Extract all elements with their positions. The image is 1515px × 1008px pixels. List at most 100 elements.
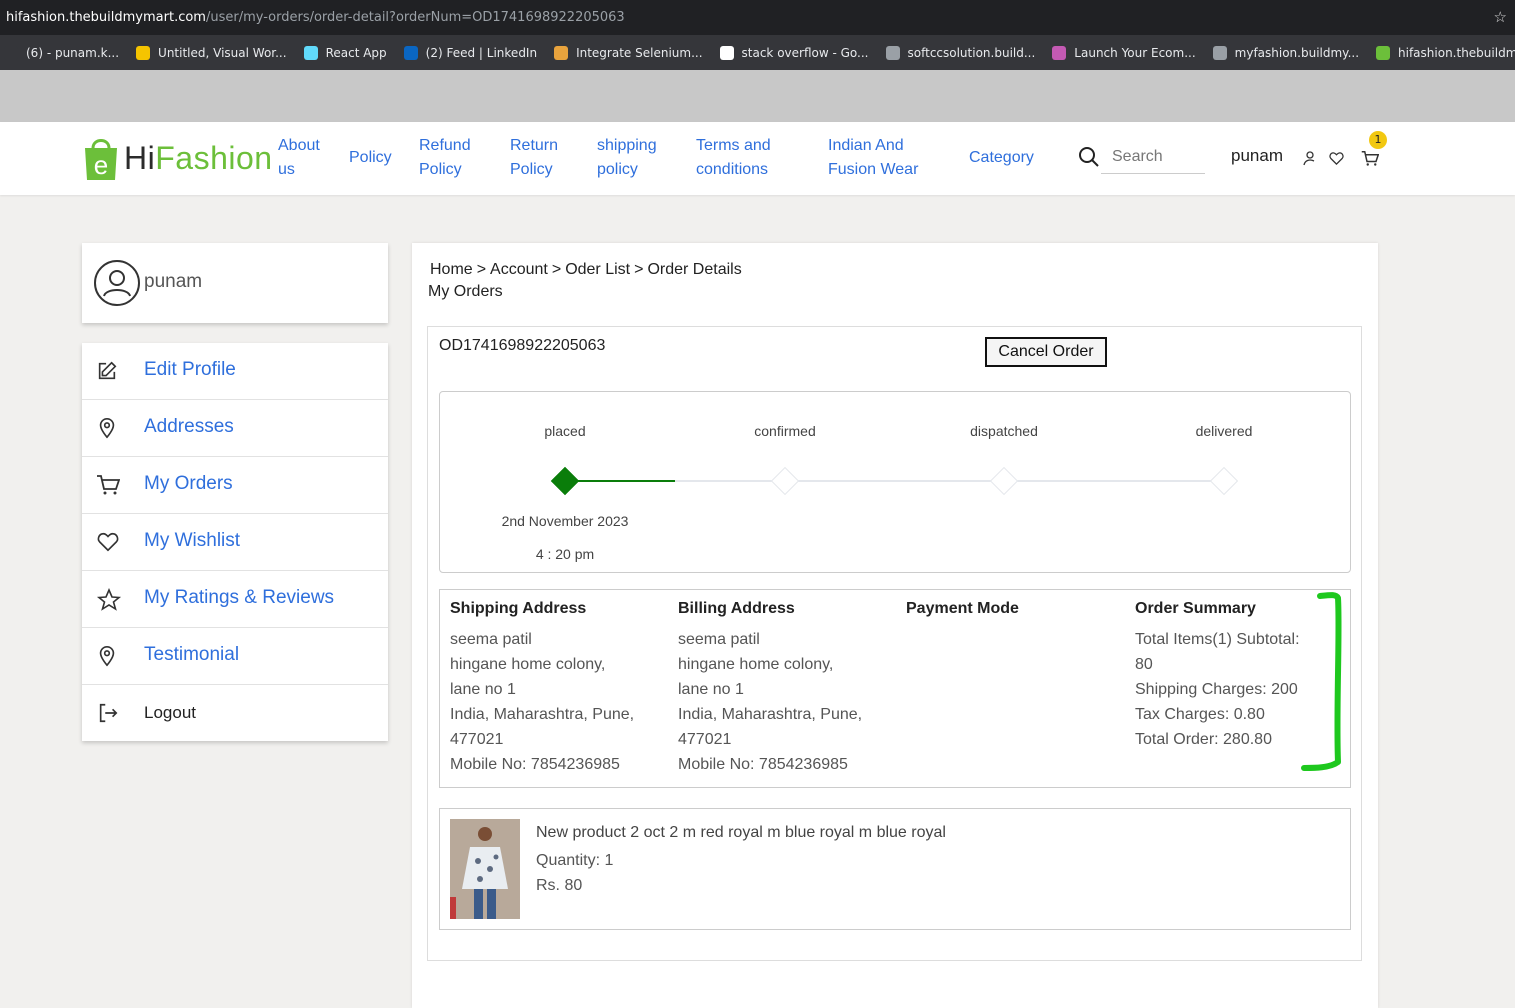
breadcrumb-home[interactable]: Home <box>430 261 473 278</box>
breadcrumb-sep: > <box>476 261 487 278</box>
product-title[interactable]: New product 2 oct 2 m red royal m blue r… <box>536 824 946 842</box>
breadcrumb: Home > Account > Oder List > Order Details <box>428 261 744 279</box>
bookmark-label: Untitled, Visual Wor... <box>158 45 287 60</box>
product-price: Rs. 80 <box>536 877 583 894</box>
cancel-order-button[interactable]: Cancel Order <box>985 337 1107 367</box>
bookmark-item[interactable]: hifashion.thebuildm... <box>1376 45 1515 60</box>
bookmark-item[interactable]: (6) - punam.k... <box>4 45 120 60</box>
bookmark-item[interactable]: Launch Your Ecom... <box>1052 45 1196 60</box>
product-quantity: Quantity: 1 <box>536 852 614 869</box>
bookmark-item[interactable]: myfashion.buildmy... <box>1212 45 1360 60</box>
hifashion-logo[interactable]: e HiFashion <box>82 134 273 182</box>
bookmark-item[interactable]: stack overflow - Go... <box>719 45 869 60</box>
sidebar-item-testimonial[interactable]: Testimonial <box>82 628 388 685</box>
bookmark-favicon-icon <box>719 45 734 60</box>
bookmark-favicon-icon <box>1376 45 1391 60</box>
shipping-line: hingane home colony, <box>450 656 606 673</box>
bookmark-item[interactable]: (2) Feed | LinkedIn <box>403 45 538 60</box>
nav-refund-line2: Policy <box>419 161 462 178</box>
bookmark-favicon-icon <box>1052 45 1067 60</box>
sidebar-item-label: Testimonial <box>144 644 240 665</box>
bookmark-label: myfashion.buildmy... <box>1234 45 1360 60</box>
sidebar-item-my-wishlist[interactable]: My Wishlist <box>82 514 388 571</box>
user-icon[interactable] <box>1302 150 1316 166</box>
breadcrumb-account[interactable]: Account <box>490 261 548 278</box>
bookmark-label: softccsolution.build... <box>907 45 1036 60</box>
nav-refund-policy[interactable]: Refund Policy <box>419 134 471 182</box>
nav-category-label: Category <box>969 149 1034 166</box>
nav-about-line1: About <box>278 137 320 154</box>
sidebar-item-ratings-reviews[interactable]: My Ratings & Reviews <box>82 571 388 628</box>
breadcrumb-order-list[interactable]: Oder List <box>565 261 630 278</box>
nav-return-line1: Return <box>510 137 559 154</box>
cart-icon[interactable] <box>1361 150 1379 167</box>
billing-line: lane no 1 <box>678 681 744 698</box>
sidebar-item-logout[interactable]: Logout <box>82 685 388 742</box>
bookmark-label: stack overflow - Go... <box>741 45 869 60</box>
bookmark-item[interactable]: softccsolution.build... <box>885 45 1036 60</box>
nav-return-line2: Policy <box>510 161 553 178</box>
nav-policy[interactable]: Policy <box>349 146 392 170</box>
payment-mode-heading: Payment Mode <box>906 600 1019 617</box>
billing-line: hingane home colony, <box>678 656 834 673</box>
url-host: hifashion.thebuildmymart.com <box>6 10 206 25</box>
bookmark-favicon-icon <box>4 45 18 60</box>
sidebar-item-label: My Orders <box>144 473 233 494</box>
heart-icon <box>97 532 119 552</box>
sidebar-item-label: Logout <box>144 703 196 722</box>
search-input[interactable] <box>1101 140 1205 174</box>
nav-policy-label: Policy <box>349 149 392 166</box>
progress-segment-3 <box>1004 480 1224 482</box>
nav-indian-fusion-wear[interactable]: Indian And Fusion Wear <box>828 134 918 182</box>
payment-mode: Payment Mode <box>906 600 1121 627</box>
progress-segment-2 <box>785 480 1004 482</box>
nav-terms[interactable]: Terms and conditions <box>696 134 771 182</box>
nav-about-us[interactable]: About us <box>278 134 320 182</box>
nav-category[interactable]: Category <box>969 146 1034 170</box>
svg-text:e: e <box>94 150 108 180</box>
star-icon <box>96 588 122 611</box>
shipping-line: India, Maharashtra, Pune, <box>450 706 635 723</box>
sidebar-item-my-orders[interactable]: My Orders <box>82 457 388 514</box>
avatar-icon <box>94 260 140 306</box>
page-top-band <box>0 70 1515 122</box>
shipping-line: 477021 <box>450 731 504 748</box>
logout-icon <box>99 703 118 723</box>
sidebar-item-label: My Wishlist <box>144 530 241 551</box>
order-number: OD1741698922205063 <box>439 337 606 354</box>
nav-refund-line1: Refund <box>419 137 471 154</box>
search-icon[interactable] <box>1078 146 1100 168</box>
shipping-line: Mobile No: 7854236985 <box>450 756 620 773</box>
bookmark-favicon-icon <box>1212 45 1227 60</box>
nav-terms-line2: conditions <box>696 161 769 178</box>
bookmark-label: (6) - punam.k... <box>26 45 120 60</box>
sidebar-item-addresses[interactable]: Addresses <box>82 400 388 457</box>
url-path: /user/my-orders/order-detail?orderNum=OD… <box>205 10 625 25</box>
nav-return-policy[interactable]: Return Policy <box>510 134 558 182</box>
bookmark-favicon-icon <box>403 45 418 60</box>
wishlist-heart-icon[interactable] <box>1329 151 1344 166</box>
product-image[interactable] <box>450 819 520 919</box>
bookmark-star-icon[interactable]: ☆ <box>1494 0 1507 35</box>
bookmark-item[interactable]: React App <box>303 45 387 60</box>
sidebar-item-edit-profile[interactable]: Edit Profile <box>82 343 388 400</box>
cart-icon <box>97 475 120 495</box>
shipping-line: seema patil <box>450 631 532 648</box>
logo-fashion: Fashion <box>155 139 273 176</box>
nav-terms-line1: Terms and <box>696 137 771 154</box>
bookmark-label: Launch Your Ecom... <box>1074 45 1196 60</box>
bookmarks-bar: (6) - punam.k... Untitled, Visual Wor... R… <box>0 35 1515 70</box>
location-pin-icon <box>99 418 115 439</box>
bookmark-item[interactable]: Integrate Selenium... <box>554 45 703 60</box>
bookmark-label: Integrate Selenium... <box>576 45 703 60</box>
header-username[interactable]: punam <box>1231 146 1283 166</box>
nav-shipping-policy[interactable]: shipping policy <box>597 134 657 182</box>
breadcrumb-order-details: Order Details <box>647 261 742 278</box>
bookmark-label: (2) Feed | LinkedIn <box>425 45 538 60</box>
bookmark-item[interactable]: Untitled, Visual Wor... <box>136 45 287 60</box>
billing-line: India, Maharashtra, Pune, <box>678 706 863 723</box>
shopping-bag-logo-icon: e <box>85 139 117 180</box>
placed-date: 2nd November 2023 <box>501 513 629 529</box>
nav-about-line2: us <box>278 161 295 178</box>
address-bar[interactable]: hifashion.thebuildmymart.com/user/my-ord… <box>0 0 1515 35</box>
